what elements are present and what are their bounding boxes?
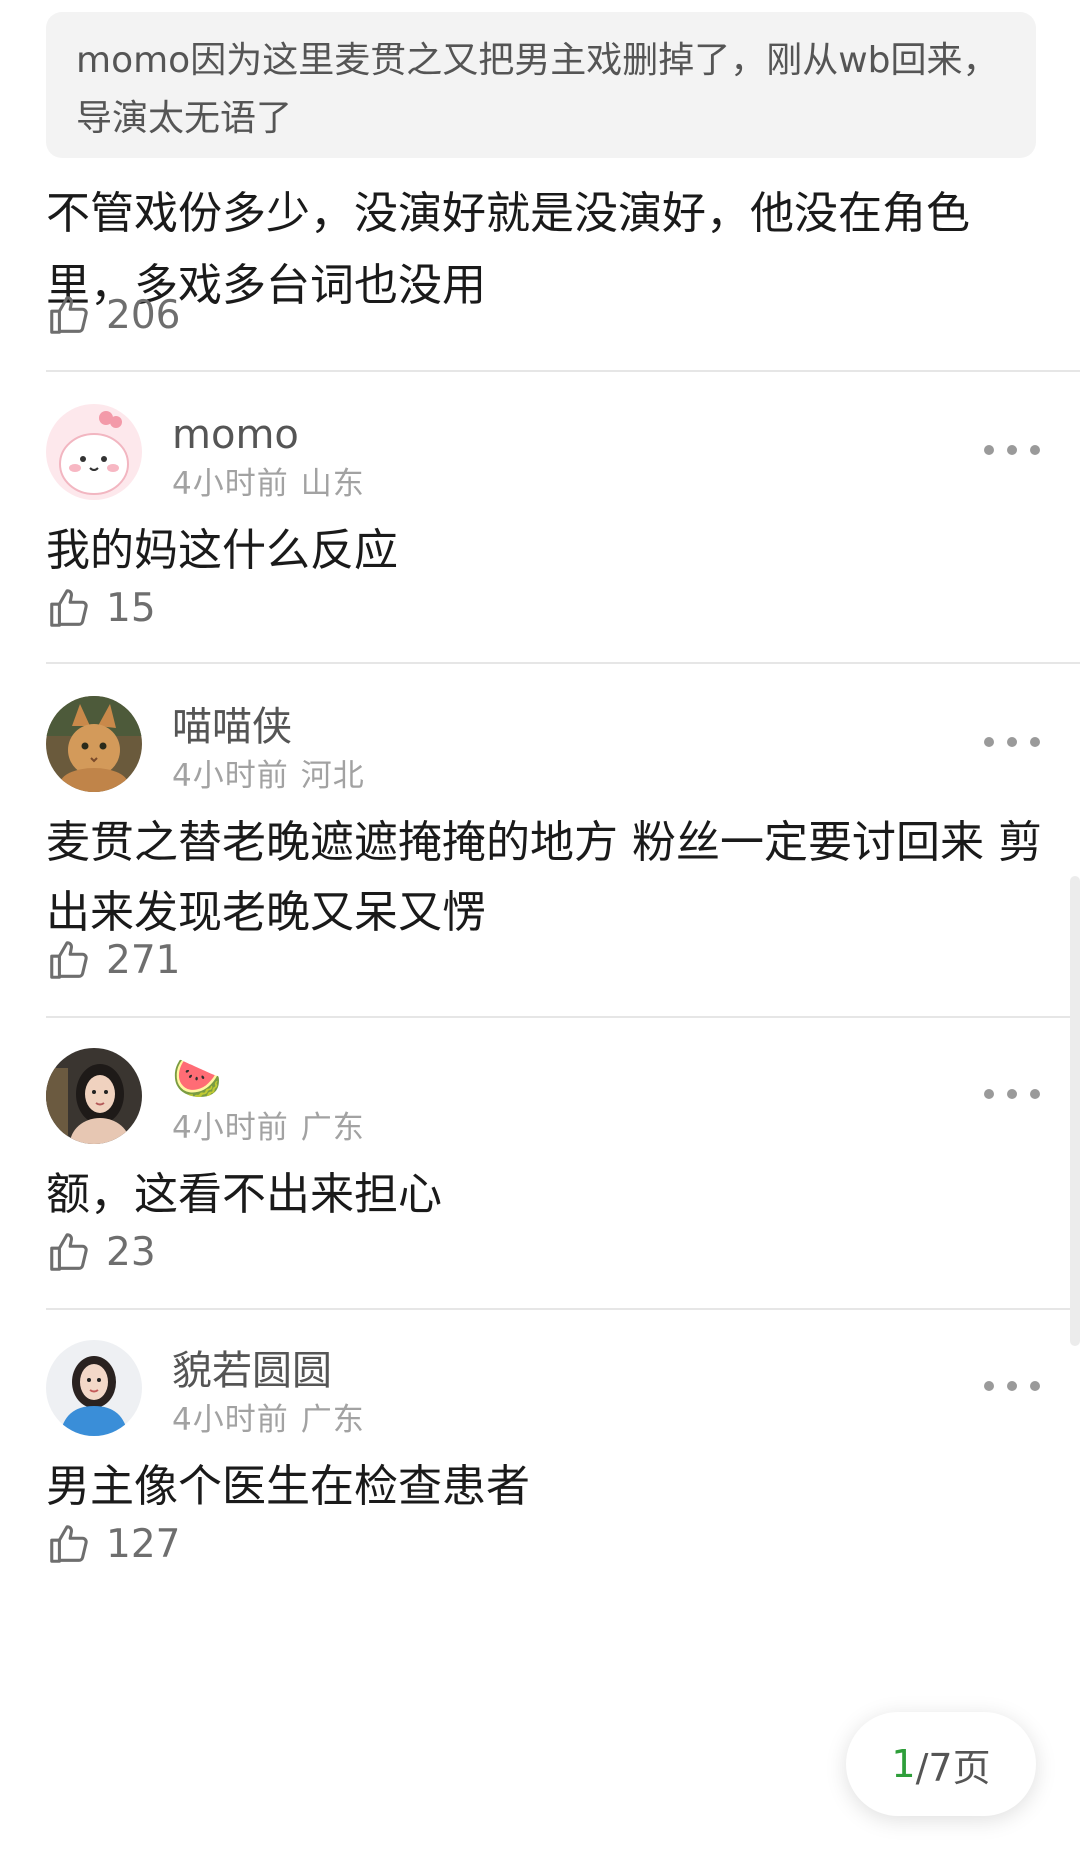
- like-count: 23: [106, 1229, 156, 1275]
- more-options-icon[interactable]: [984, 718, 1040, 766]
- timestamp: 4小时前: [172, 1402, 289, 1438]
- comment-text: 额，这看不出来担心: [46, 1169, 442, 1220]
- woman-photo-avatar-icon[interactable]: [46, 1048, 142, 1144]
- comment-item: 🍉 4小时前 广东 额，这看不出来担心 23: [0, 1048, 1080, 1388]
- comment-item: momo 4小时前 山东 我的妈这什么反应 15: [0, 404, 1080, 744]
- cat-photo-avatar-icon[interactable]: [46, 696, 142, 792]
- reply-text: 不管戏份多少，没演好就是没演好，他没在角色里，多戏多台词也没用: [46, 188, 970, 311]
- like-button[interactable]: 15: [46, 580, 156, 636]
- comment-meta: 4小时前 广东: [172, 1400, 365, 1440]
- comment-meta: 4小时前 山东: [172, 464, 365, 504]
- comment-item: 貌若圆圆 4小时前 广东 男主像个医生在检查患者 127: [0, 1340, 1080, 1680]
- like-button[interactable]: 271: [46, 932, 180, 988]
- location: 广东: [300, 1402, 365, 1438]
- timestamp: 4小时前: [172, 1110, 289, 1146]
- divider: [46, 1016, 1080, 1018]
- location: 山东: [300, 466, 365, 502]
- username[interactable]: momo: [172, 410, 299, 460]
- comment-meta: 4小时前 河北: [172, 756, 365, 796]
- comment-meta: 4小时前 广东: [172, 1108, 365, 1148]
- total-pages: /7页: [915, 1745, 991, 1790]
- username[interactable]: 喵喵侠: [172, 702, 292, 752]
- comment-item: 喵喵侠 4小时前 河北 麦贯之替老晚遮遮掩掩的地方 粉丝一定要讨回来 剪出来发现老…: [0, 696, 1080, 1036]
- thumbs-up-icon: [50, 1525, 88, 1563]
- like-button[interactable]: 127: [46, 1516, 180, 1572]
- like-count: 15: [106, 585, 156, 631]
- divider: [46, 1308, 1080, 1310]
- scrollbar[interactable]: [1070, 876, 1080, 1346]
- comment-text: 我的妈这什么反应: [46, 525, 398, 576]
- username[interactable]: 貌若圆圆: [172, 1346, 332, 1396]
- location: 河北: [300, 758, 365, 794]
- pink-cartoon-avatar-icon[interactable]: [46, 404, 142, 500]
- thumbs-up-icon: [50, 296, 88, 334]
- timestamp: 4小时前: [172, 466, 289, 502]
- more-options-icon[interactable]: [984, 1362, 1040, 1410]
- comment-text: 麦贯之替老晚遮遮掩掩的地方 粉丝一定要讨回来 剪出来发现老晚又呆又愣: [46, 817, 1042, 938]
- like-button[interactable]: 206: [46, 287, 180, 343]
- quoted-comment: momo因为这里麦贯之又把男主戏删掉了，刚从wb回来，导演太无语了: [46, 12, 1036, 158]
- username[interactable]: 🍉: [172, 1054, 222, 1104]
- woman-blue-shirt-avatar-icon[interactable]: [46, 1340, 142, 1436]
- thumbs-up-icon: [50, 941, 88, 979]
- timestamp: 4小时前: [172, 758, 289, 794]
- more-options-icon[interactable]: [984, 426, 1040, 474]
- like-count: 271: [106, 937, 181, 983]
- like-count: 206: [106, 292, 181, 338]
- thumbs-up-icon: [50, 1233, 88, 1271]
- like-count: 127: [106, 1521, 181, 1567]
- divider: [46, 370, 1080, 372]
- current-page: 1: [891, 1742, 916, 1786]
- more-options-icon[interactable]: [984, 1070, 1040, 1118]
- thumbs-up-icon: [50, 589, 88, 627]
- like-button[interactable]: 23: [46, 1224, 156, 1280]
- comment-text: 男主像个医生在检查患者: [46, 1461, 530, 1512]
- page-indicator[interactable]: 1/7页: [846, 1712, 1036, 1816]
- location: 广东: [300, 1110, 365, 1146]
- divider: [46, 662, 1080, 664]
